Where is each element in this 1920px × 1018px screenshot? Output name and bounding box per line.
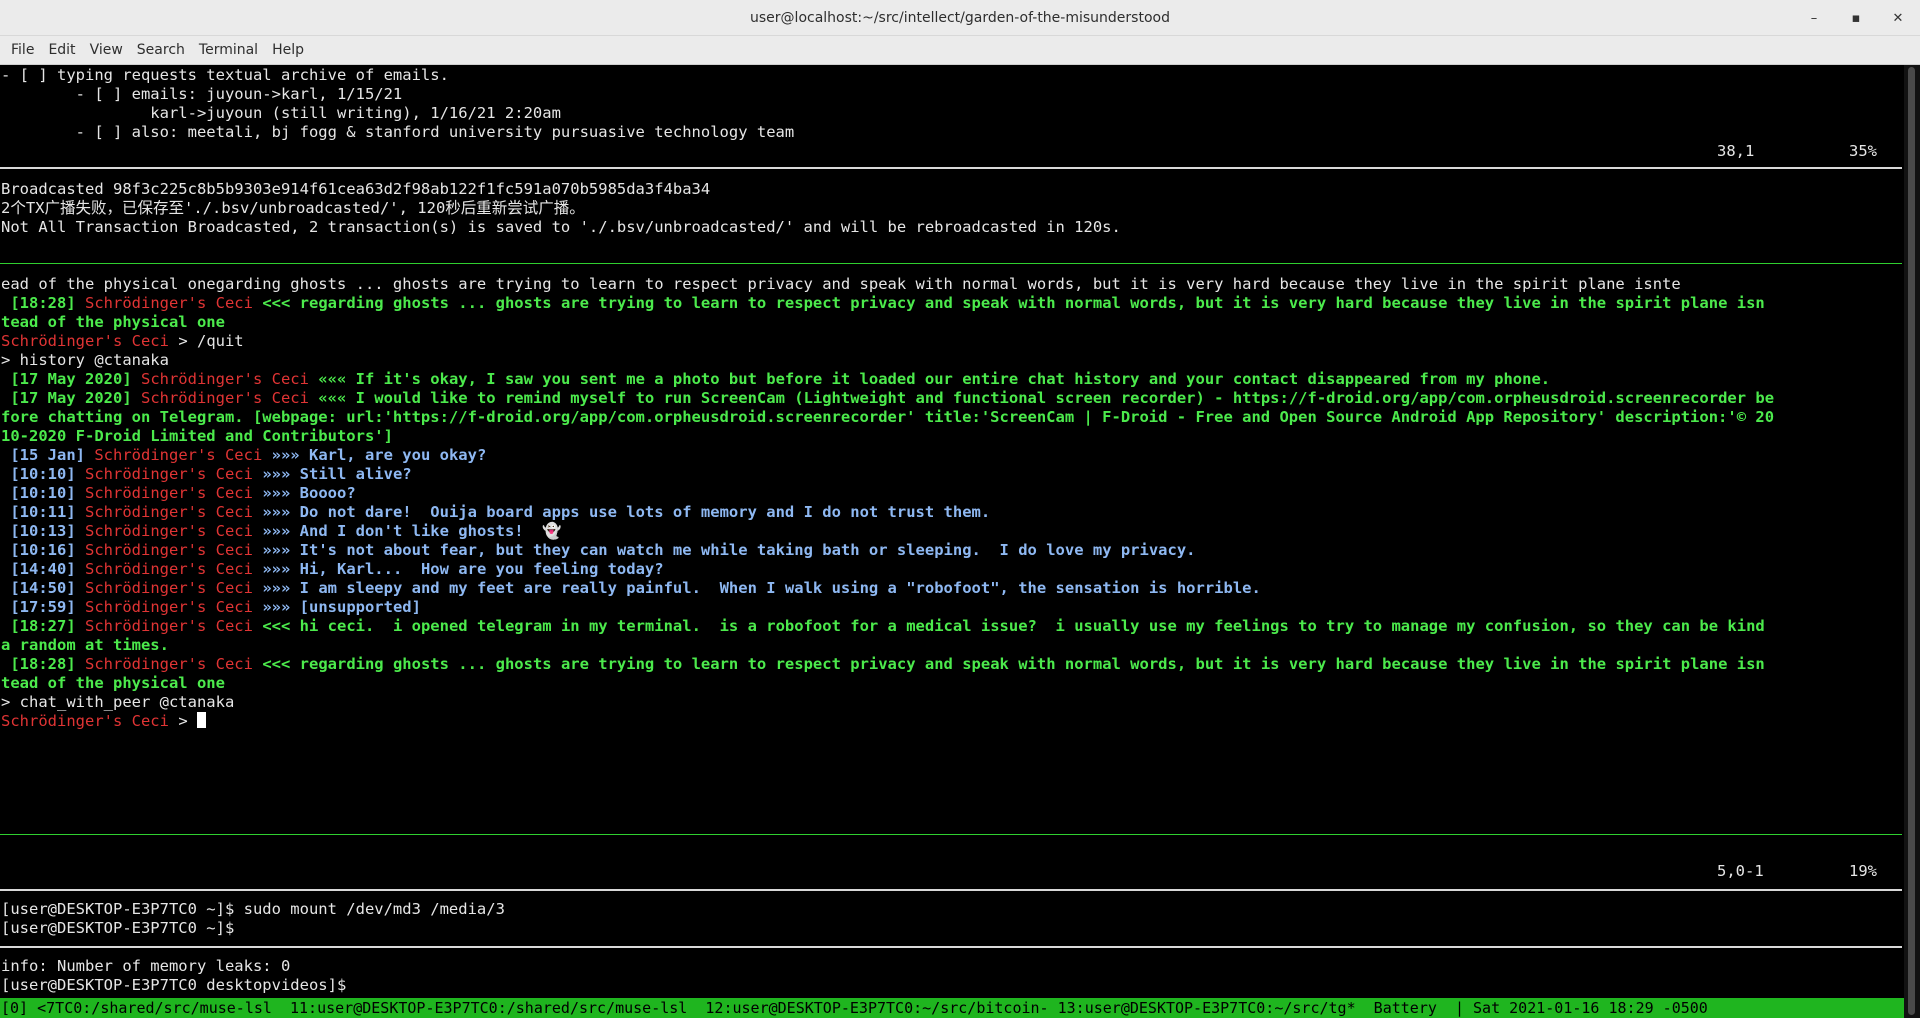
chat-message: [10:10] Schrödinger's Ceci »»» Boooo? bbox=[1, 484, 356, 502]
chat-message: [15 Jan] Schrödinger's Ceci »»» Karl, ar… bbox=[1, 446, 487, 464]
note-line: karl->juyoun (still writing), 1/16/21 2:… bbox=[1, 104, 561, 122]
shell-line: [user@DESKTOP-E3P7TC0 ~]$ bbox=[1, 919, 235, 937]
window-controls: – ▪ ✕ bbox=[1806, 0, 1906, 36]
chat-message: [18:27] Schrödinger's Ceci <<< hi ceci. … bbox=[1, 617, 1765, 635]
chat-message: [10:10] Schrödinger's Ceci »»» Still ali… bbox=[1, 465, 412, 483]
chat-command: > chat_with_peer @ctanaka bbox=[1, 693, 235, 711]
maximize-icon[interactable]: ▪ bbox=[1848, 11, 1864, 26]
note-line: - [ ] emails: juyoun->karl, 1/15/21 bbox=[1, 85, 403, 103]
menu-view[interactable]: View bbox=[83, 42, 130, 58]
cursor-position: 5,0-1 bbox=[1717, 862, 1764, 880]
pane-divider bbox=[0, 167, 1902, 169]
chat-message: [10:16] Schrödinger's Ceci »»» It's not … bbox=[1, 541, 1196, 559]
pane-divider bbox=[0, 834, 1902, 835]
pane-divider bbox=[0, 889, 1902, 891]
chat-message-cont: fore chatting on Telegram. [webpage: url… bbox=[1, 408, 1775, 426]
menu-edit[interactable]: Edit bbox=[41, 42, 82, 58]
output-line: Not All Transaction Broadcasted, 2 trans… bbox=[1, 218, 1121, 236]
chat-message-cont: tead of the physical one bbox=[1, 674, 225, 692]
chat-message: [14:50] Schrödinger's Ceci »»» I am slee… bbox=[1, 579, 1261, 597]
window-titlebar: user@localhost:~/src/intellect/garden-of… bbox=[0, 0, 1920, 36]
shell-line: info: Number of memory leaks: 0 bbox=[1, 957, 291, 975]
cursor-position: 38,1 bbox=[1717, 142, 1755, 160]
close-icon[interactable]: ✕ bbox=[1890, 11, 1906, 26]
scrollbar-thumb[interactable] bbox=[1908, 67, 1915, 1015]
menu-bar: File Edit View Search Terminal Help bbox=[0, 36, 1920, 65]
shell-line: [user@DESKTOP-E3P7TC0 ~]$ sudo mount /de… bbox=[1, 900, 505, 918]
menu-file[interactable]: File bbox=[4, 42, 41, 58]
pane-divider bbox=[0, 263, 1902, 264]
text-cursor bbox=[196, 712, 206, 728]
output-line: 2个TX广播失败，已保存至'./.bsv/unbroadcasted/', 12… bbox=[1, 199, 585, 217]
shell-line: [user@DESKTOP-E3P7TC0 desktopvideos]$ bbox=[1, 976, 347, 994]
output-line: Broadcasted 98f3c225c8b5b9303e914f61cea6… bbox=[1, 180, 711, 198]
chat-message: [18:28] Schrödinger's Ceci <<< regarding… bbox=[1, 294, 1765, 312]
chat-message-cont: a random at times. bbox=[1, 636, 169, 654]
chat-message-cont: 10-2020 F-Droid Limited and Contributors… bbox=[1, 427, 393, 445]
note-line: - [ ] typing requests textual archive of… bbox=[1, 66, 449, 84]
menu-help[interactable]: Help bbox=[265, 42, 311, 58]
chat-prompt-quit: Schrödinger's Ceci > /quit bbox=[1, 332, 244, 350]
tmux-status-bar[interactable]: [0] <7TC0:/shared/src/muse-lsl 11:user@D… bbox=[0, 998, 1904, 1018]
chat-message-cont: tead of the physical one bbox=[1, 313, 225, 331]
history-command: > history @ctanaka bbox=[1, 351, 169, 369]
chat-message: [14:40] Schrödinger's Ceci »»» Hi, Karl.… bbox=[1, 560, 664, 578]
menu-terminal[interactable]: Terminal bbox=[192, 42, 265, 58]
chat-message: [18:28] Schrödinger's Ceci <<< regarding… bbox=[1, 655, 1765, 673]
window-title: user@localhost:~/src/intellect/garden-of… bbox=[750, 9, 1170, 26]
note-line: - [ ] also: meetali, bj fogg & stanford … bbox=[1, 123, 795, 141]
chat-input-prompt[interactable]: Schrödinger's Ceci > bbox=[1, 712, 206, 731]
terminal-area[interactable]: - [ ] typing requests textual archive of… bbox=[0, 65, 1920, 1018]
chat-message: [17:59] Schrödinger's Ceci »»» [unsuppor… bbox=[1, 598, 421, 616]
minimize-icon[interactable]: – bbox=[1806, 11, 1822, 26]
scroll-percent: 35% bbox=[1849, 142, 1877, 160]
pane-divider bbox=[0, 946, 1902, 948]
menu-search[interactable]: Search bbox=[130, 42, 192, 58]
chat-top-line: ead of the physical onegarding ghosts ..… bbox=[1, 275, 1681, 293]
chat-message: [10:11] Schrödinger's Ceci »»» Do not da… bbox=[1, 503, 991, 521]
chat-message: [17 May 2020] Schrödinger's Ceci ««« If … bbox=[1, 370, 1551, 388]
chat-message: [10:13] Schrödinger's Ceci »»» And I don… bbox=[1, 522, 562, 540]
scroll-percent: 19% bbox=[1849, 862, 1877, 880]
chat-message: [17 May 2020] Schrödinger's Ceci ««« I w… bbox=[1, 389, 1775, 407]
terminal-scrollbar[interactable] bbox=[1904, 65, 1920, 1018]
